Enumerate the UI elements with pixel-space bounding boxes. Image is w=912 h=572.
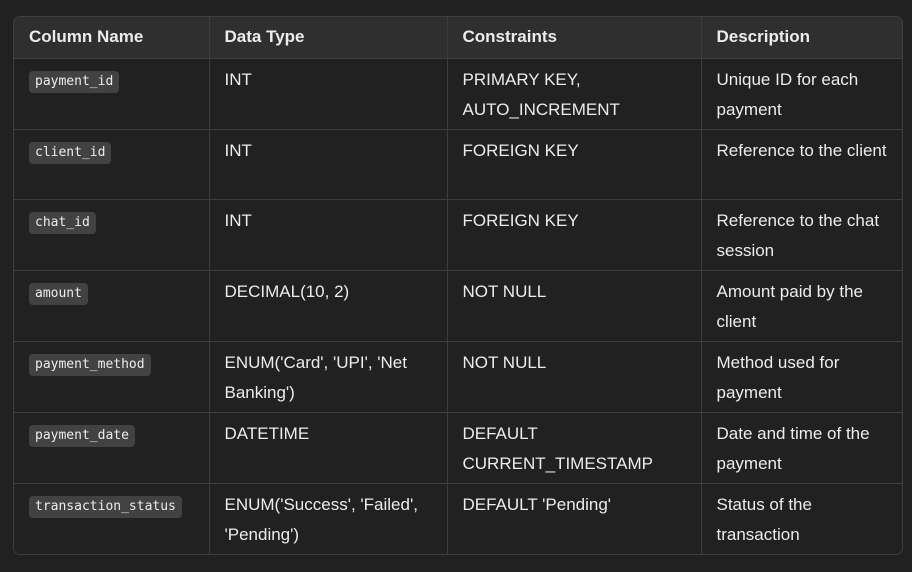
column-name-code: payment_date	[29, 424, 135, 447]
column-name-code: chat_id	[29, 211, 96, 234]
cell-description: Unique ID for each payment	[701, 58, 902, 130]
header-column-name: Column Name	[14, 17, 210, 59]
cell-data-type: INT	[209, 58, 448, 130]
table-row: transaction_status ENUM('Success', 'Fail…	[14, 483, 902, 554]
table-row: payment_method ENUM('Card', 'UPI', 'Net …	[14, 341, 902, 413]
column-name-code: payment_id	[29, 70, 120, 93]
cell-data-type: INT	[209, 129, 448, 200]
cell-data-type: DECIMAL(10, 2)	[209, 270, 448, 342]
cell-description: Reference to the chat session	[701, 199, 902, 271]
column-name-code: payment_method	[29, 353, 151, 376]
cell-data-type: ENUM('Success', 'Failed', 'Pending')	[209, 483, 448, 554]
schema-table-container: Column Name Data Type Constraints Descri…	[13, 16, 903, 555]
table-row: client_id INT FOREIGN KEY Reference to t…	[14, 129, 902, 200]
header-description: Description	[701, 17, 902, 59]
cell-constraints: NOT NULL	[447, 341, 702, 413]
cell-description: Date and time of the payment	[701, 412, 902, 484]
cell-column-name: amount	[14, 270, 210, 342]
table-row: chat_id INT FOREIGN KEY Reference to the…	[14, 199, 902, 271]
cell-description: Reference to the client	[701, 129, 902, 200]
cell-column-name: chat_id	[14, 199, 210, 271]
table-row: payment_date DATETIME DEFAULT CURRENT_TI…	[14, 412, 902, 484]
cell-data-type: INT	[209, 199, 448, 271]
column-name-code: amount	[29, 282, 88, 305]
cell-constraints: PRIMARY KEY, AUTO_INCREMENT	[447, 58, 702, 130]
table-row: payment_id INT PRIMARY KEY, AUTO_INCREME…	[14, 58, 902, 130]
cell-data-type: DATETIME	[209, 412, 448, 484]
table-row: amount DECIMAL(10, 2) NOT NULL Amount pa…	[14, 270, 902, 342]
cell-column-name: client_id	[14, 129, 210, 200]
cell-constraints: FOREIGN KEY	[447, 129, 702, 200]
cell-column-name: payment_method	[14, 341, 210, 413]
cell-constraints: FOREIGN KEY	[447, 199, 702, 271]
column-name-code: client_id	[29, 141, 112, 164]
cell-data-type: ENUM('Card', 'UPI', 'Net Banking')	[209, 341, 448, 413]
cell-description: Method used for payment	[701, 341, 902, 413]
header-data-type: Data Type	[209, 17, 448, 59]
cell-description: Status of the transaction	[716, 494, 812, 544]
cell-column-name: transaction_status	[14, 483, 210, 554]
header-constraints: Constraints	[447, 17, 702, 59]
cell-description: Amount paid by the client	[701, 270, 902, 342]
cell-constraints: DEFAULT 'Pending'	[447, 483, 702, 554]
column-name-code: transaction_status	[29, 495, 182, 518]
cell-column-name: payment_id	[14, 58, 210, 130]
cell-column-name: payment_date	[14, 412, 210, 484]
cell-constraints: DEFAULT CURRENT_TIMESTAMP	[447, 412, 702, 484]
table-header-row: Column Name Data Type Constraints Descri…	[14, 17, 902, 59]
schema-table: Column Name Data Type Constraints Descri…	[14, 17, 902, 554]
cell-constraints: NOT NULL	[447, 270, 702, 342]
